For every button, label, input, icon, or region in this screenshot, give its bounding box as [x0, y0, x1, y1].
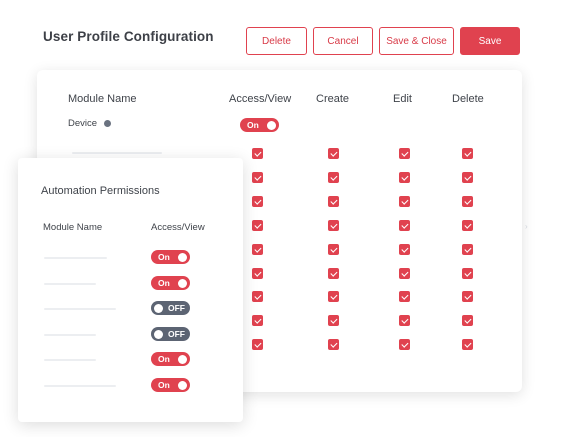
checkbox-edit[interactable]	[399, 315, 410, 326]
automation-module-name-placeholder	[44, 334, 96, 336]
checkbox-access[interactable]	[252, 291, 263, 302]
column-header-access-view: Access/View	[229, 93, 292, 105]
checkbox-edit[interactable]	[399, 339, 410, 350]
scroll-arrow-icon[interactable]: ›	[525, 222, 528, 231]
checkbox-delete[interactable]	[462, 244, 473, 255]
cancel-button[interactable]: Cancel	[313, 27, 373, 55]
save-close-button[interactable]: Save & Close	[379, 27, 454, 55]
checkbox-create[interactable]	[328, 244, 339, 255]
toggle-label: On	[158, 379, 170, 390]
automation-title: Automation Permissions	[41, 185, 160, 197]
column-header-module-name: Module Name	[68, 93, 137, 105]
checkbox-create[interactable]	[328, 220, 339, 231]
toggle-knob	[178, 380, 187, 390]
checkbox-create[interactable]	[328, 339, 339, 350]
checkbox-edit[interactable]	[399, 244, 410, 255]
automation-column-module-name: Module Name	[43, 222, 103, 233]
column-header-delete: Delete	[452, 93, 484, 105]
checkbox-create[interactable]	[328, 315, 339, 326]
device-access-toggle[interactable]: On	[240, 118, 279, 132]
checkbox-create[interactable]	[328, 148, 339, 159]
checkbox-access[interactable]	[252, 220, 263, 231]
device-label: Device	[68, 118, 98, 129]
toggle-label: OFF	[168, 328, 185, 339]
toggle-knob	[154, 329, 163, 339]
automation-access-toggle[interactable]: On	[151, 378, 190, 392]
delete-button[interactable]: Delete	[246, 27, 307, 55]
checkbox-edit[interactable]	[399, 268, 410, 279]
automation-access-toggle[interactable]: OFF	[151, 301, 190, 315]
automation-access-toggle[interactable]: OFF	[151, 327, 190, 341]
checkbox-edit[interactable]	[399, 196, 410, 207]
toggle-knob	[154, 303, 163, 313]
checkbox-delete[interactable]	[462, 172, 473, 183]
checkbox-edit[interactable]	[399, 220, 410, 231]
column-header-create: Create	[316, 93, 350, 105]
checkbox-access[interactable]	[252, 196, 263, 207]
checkbox-delete[interactable]	[462, 196, 473, 207]
automation-access-toggle[interactable]: On	[151, 276, 190, 290]
checkbox-delete[interactable]	[462, 268, 473, 279]
toggle-knob	[178, 354, 187, 364]
toggle-knob	[267, 120, 276, 130]
automation-module-name-placeholder	[44, 359, 96, 361]
toggle-label: OFF	[168, 302, 185, 313]
save-button[interactable]: Save	[460, 27, 520, 55]
toggle-label: On	[158, 353, 170, 364]
automation-module-name-placeholder	[44, 385, 116, 387]
automation-access-toggle[interactable]: On	[151, 250, 190, 264]
automation-module-name-placeholder	[44, 257, 107, 259]
checkbox-access[interactable]	[252, 244, 263, 255]
checkbox-access[interactable]	[252, 268, 263, 279]
checkbox-delete[interactable]	[462, 291, 473, 302]
checkbox-access[interactable]	[252, 148, 263, 159]
checkbox-delete[interactable]	[462, 339, 473, 350]
checkbox-delete[interactable]	[462, 148, 473, 159]
checkbox-delete[interactable]	[462, 315, 473, 326]
checkbox-create[interactable]	[328, 268, 339, 279]
checkbox-edit[interactable]	[399, 172, 410, 183]
checkbox-delete[interactable]	[462, 220, 473, 231]
checkbox-create[interactable]	[328, 291, 339, 302]
toggle-label: On	[158, 251, 170, 262]
page-title: User Profile Configuration	[43, 29, 214, 44]
checkbox-access[interactable]	[252, 339, 263, 350]
automation-column-access-view: Access/View	[151, 222, 205, 233]
checkbox-edit[interactable]	[399, 291, 410, 302]
toggle-knob	[178, 278, 187, 288]
checkbox-access[interactable]	[252, 172, 263, 183]
automation-permissions-card: Automation Permissions Module Name Acces…	[18, 158, 243, 422]
automation-module-name-placeholder	[44, 283, 96, 285]
toggle-label: On	[247, 119, 259, 130]
checkbox-access[interactable]	[252, 315, 263, 326]
checkbox-create[interactable]	[328, 196, 339, 207]
toggle-label: On	[158, 277, 170, 288]
checkbox-edit[interactable]	[399, 148, 410, 159]
toggle-knob	[178, 252, 187, 262]
info-icon[interactable]	[104, 120, 111, 127]
module-name-placeholder	[72, 152, 162, 154]
column-header-edit: Edit	[393, 93, 412, 105]
automation-module-name-placeholder	[44, 308, 116, 310]
checkbox-create[interactable]	[328, 172, 339, 183]
automation-access-toggle[interactable]: On	[151, 352, 190, 366]
